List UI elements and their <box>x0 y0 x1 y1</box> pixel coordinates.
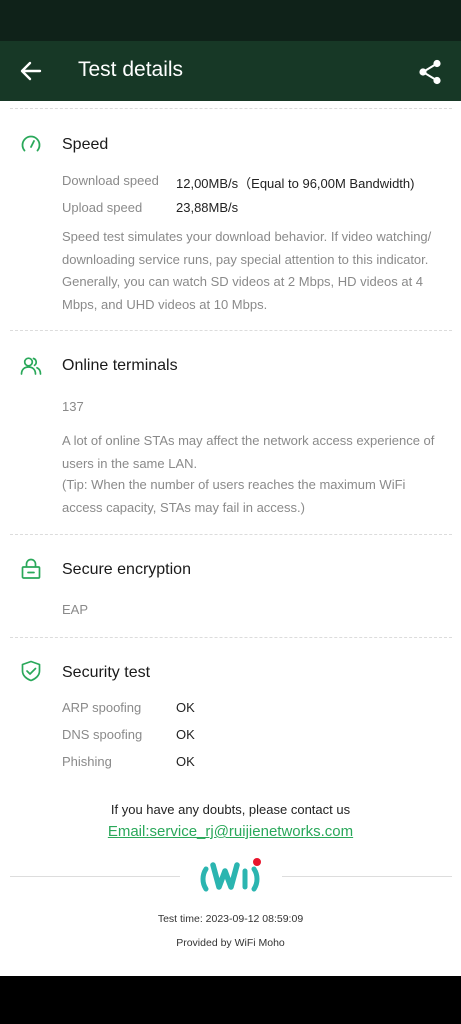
logo-divider-right <box>282 876 452 877</box>
contact-email-link[interactable]: Email:service_rj@ruijienetworks.com <box>0 823 461 840</box>
upload-speed-value: 23,88MB/s <box>176 200 239 215</box>
dns-spoofing-value: OK <box>176 727 195 742</box>
share-icon <box>419 59 441 85</box>
online-terminals-count: 137 <box>62 399 84 414</box>
secure-encryption-title: Secure encryption <box>62 561 191 578</box>
test-time: Test time: 2023-09-12 08:59:09 <box>157 913 304 925</box>
arp-spoofing-label: ARP spoofing <box>62 700 142 715</box>
speed-description: Speed test simulates your download behav… <box>62 229 432 312</box>
section-divider <box>10 637 452 638</box>
download-speed-label: Download speed <box>62 173 159 188</box>
contact-text: If you have any doubts, please contact u… <box>110 802 351 817</box>
share-button[interactable] <box>414 56 446 88</box>
online-terminals-tip: (Tip: When the number of users reaches t… <box>62 477 406 515</box>
encryption-value: EAP <box>62 602 89 617</box>
section-divider <box>10 534 452 535</box>
phishing-label: Phishing <box>62 754 112 769</box>
upload-speed-label: Upload speed <box>62 200 143 215</box>
navigation-bar <box>0 976 461 1024</box>
page-title: Test details <box>78 58 184 81</box>
online-terminals-description: A lot of online STAs may affect the netw… <box>62 433 435 471</box>
speed-title: Speed <box>62 136 109 153</box>
download-speed-value: 12,00MB/s（Equal to 96,00M Bandwidth) <box>176 176 415 191</box>
users-icon <box>20 357 42 375</box>
security-test-title: Security test <box>62 664 151 681</box>
section-divider <box>10 330 452 331</box>
status-bar <box>0 0 461 41</box>
arp-spoofing-value: OK <box>176 700 195 715</box>
speedometer-icon <box>21 135 41 152</box>
back-button[interactable] <box>16 56 46 86</box>
shield-check-icon <box>21 660 41 682</box>
provided-by: Provided by WiFi Moho <box>176 937 285 949</box>
phishing-value: OK <box>176 754 195 769</box>
arrow-left-icon <box>20 61 42 81</box>
app-bar: Test details <box>0 41 461 101</box>
wifi-moho-logo-icon <box>200 858 261 892</box>
dns-spoofing-label: DNS spoofing <box>62 727 143 742</box>
lock-icon <box>21 558 41 579</box>
top-divider <box>10 108 452 109</box>
online-terminals-title: Online terminals <box>62 357 178 374</box>
logo-divider-left <box>10 876 180 877</box>
